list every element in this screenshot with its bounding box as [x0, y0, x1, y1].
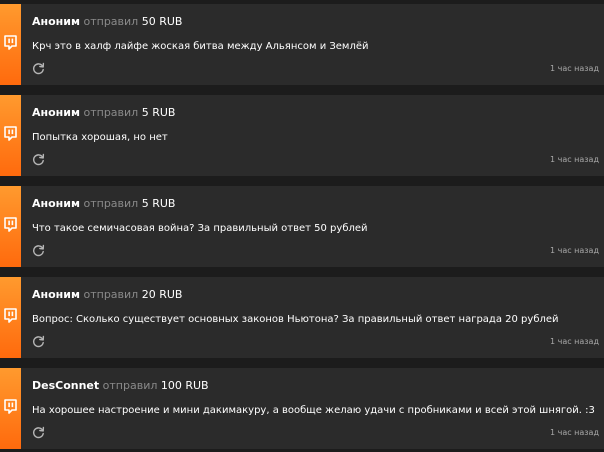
action-text: отправил	[83, 197, 139, 210]
donation-card: Аноним отправил 20 RUB Вопрос: Сколько с…	[0, 277, 604, 358]
donation-message: Крч это в халф лайфе жоская битва между …	[32, 41, 369, 52]
donation-header: Аноним отправил 5 RUB	[32, 106, 175, 120]
donation-amount: 50 RUB	[141, 15, 183, 28]
donation-message: Вопрос: Сколько существует основных зако…	[32, 314, 559, 325]
accent-stripe	[0, 4, 21, 85]
accent-stripe	[0, 277, 21, 358]
refresh-icon[interactable]	[32, 335, 45, 348]
donation-message: Попытка хорошая, но нет	[32, 132, 168, 143]
donation-header: Аноним отправил 20 RUB	[32, 288, 182, 302]
accent-stripe	[0, 186, 21, 267]
timestamp: 1 час назад	[549, 246, 599, 255]
donation-service-logo-icon	[4, 126, 17, 141]
donation-amount: 5 RUB	[141, 197, 176, 210]
donation-header: DesConnet отправил 100 RUB	[32, 379, 209, 393]
donation-card: Аноним отправил 50 RUB Крч это в халф ла…	[0, 4, 604, 85]
refresh-icon[interactable]	[32, 426, 45, 439]
donation-message: На хорошее настроение и мини дакимакуру,…	[32, 405, 595, 416]
refresh-icon[interactable]	[32, 62, 45, 75]
timestamp: 1 час назад	[549, 337, 599, 346]
donation-service-logo-icon	[4, 217, 17, 232]
sender-name: Аноним	[32, 106, 80, 119]
sender-name: DesConnet	[32, 379, 100, 392]
donation-feed: Аноним отправил 50 RUB Крч это в халф ла…	[0, 0, 604, 452]
sender-name: Аноним	[32, 288, 80, 301]
donation-header: Аноним отправил 50 RUB	[32, 15, 182, 29]
sender-name: Аноним	[32, 15, 80, 28]
donation-amount: 100 RUB	[160, 379, 209, 392]
donation-service-logo-icon	[4, 308, 17, 323]
action-text: отправил	[83, 15, 139, 28]
action-text: отправил	[102, 379, 158, 392]
timestamp: 1 час назад	[549, 428, 599, 437]
donation-header: Аноним отправил 5 RUB	[32, 197, 175, 211]
action-text: отправил	[83, 288, 139, 301]
timestamp: 1 час назад	[549, 64, 599, 73]
action-text: отправил	[83, 106, 139, 119]
refresh-icon[interactable]	[32, 153, 45, 166]
donation-message: Что такое семичасовая война? За правильн…	[32, 223, 368, 234]
donation-amount: 20 RUB	[141, 288, 183, 301]
donation-service-logo-icon	[4, 35, 17, 50]
donation-card: Аноним отправил 5 RUB Что такое семичасо…	[0, 186, 604, 267]
timestamp: 1 час назад	[549, 155, 599, 164]
refresh-icon[interactable]	[32, 244, 45, 257]
accent-stripe	[0, 368, 21, 449]
donation-card: Аноним отправил 5 RUB Попытка хорошая, н…	[0, 95, 604, 176]
accent-stripe	[0, 95, 21, 176]
sender-name: Аноним	[32, 197, 80, 210]
donation-amount: 5 RUB	[141, 106, 176, 119]
donation-service-logo-icon	[4, 399, 17, 414]
donation-card: DesConnet отправил 100 RUB На хорошее на…	[0, 368, 604, 449]
